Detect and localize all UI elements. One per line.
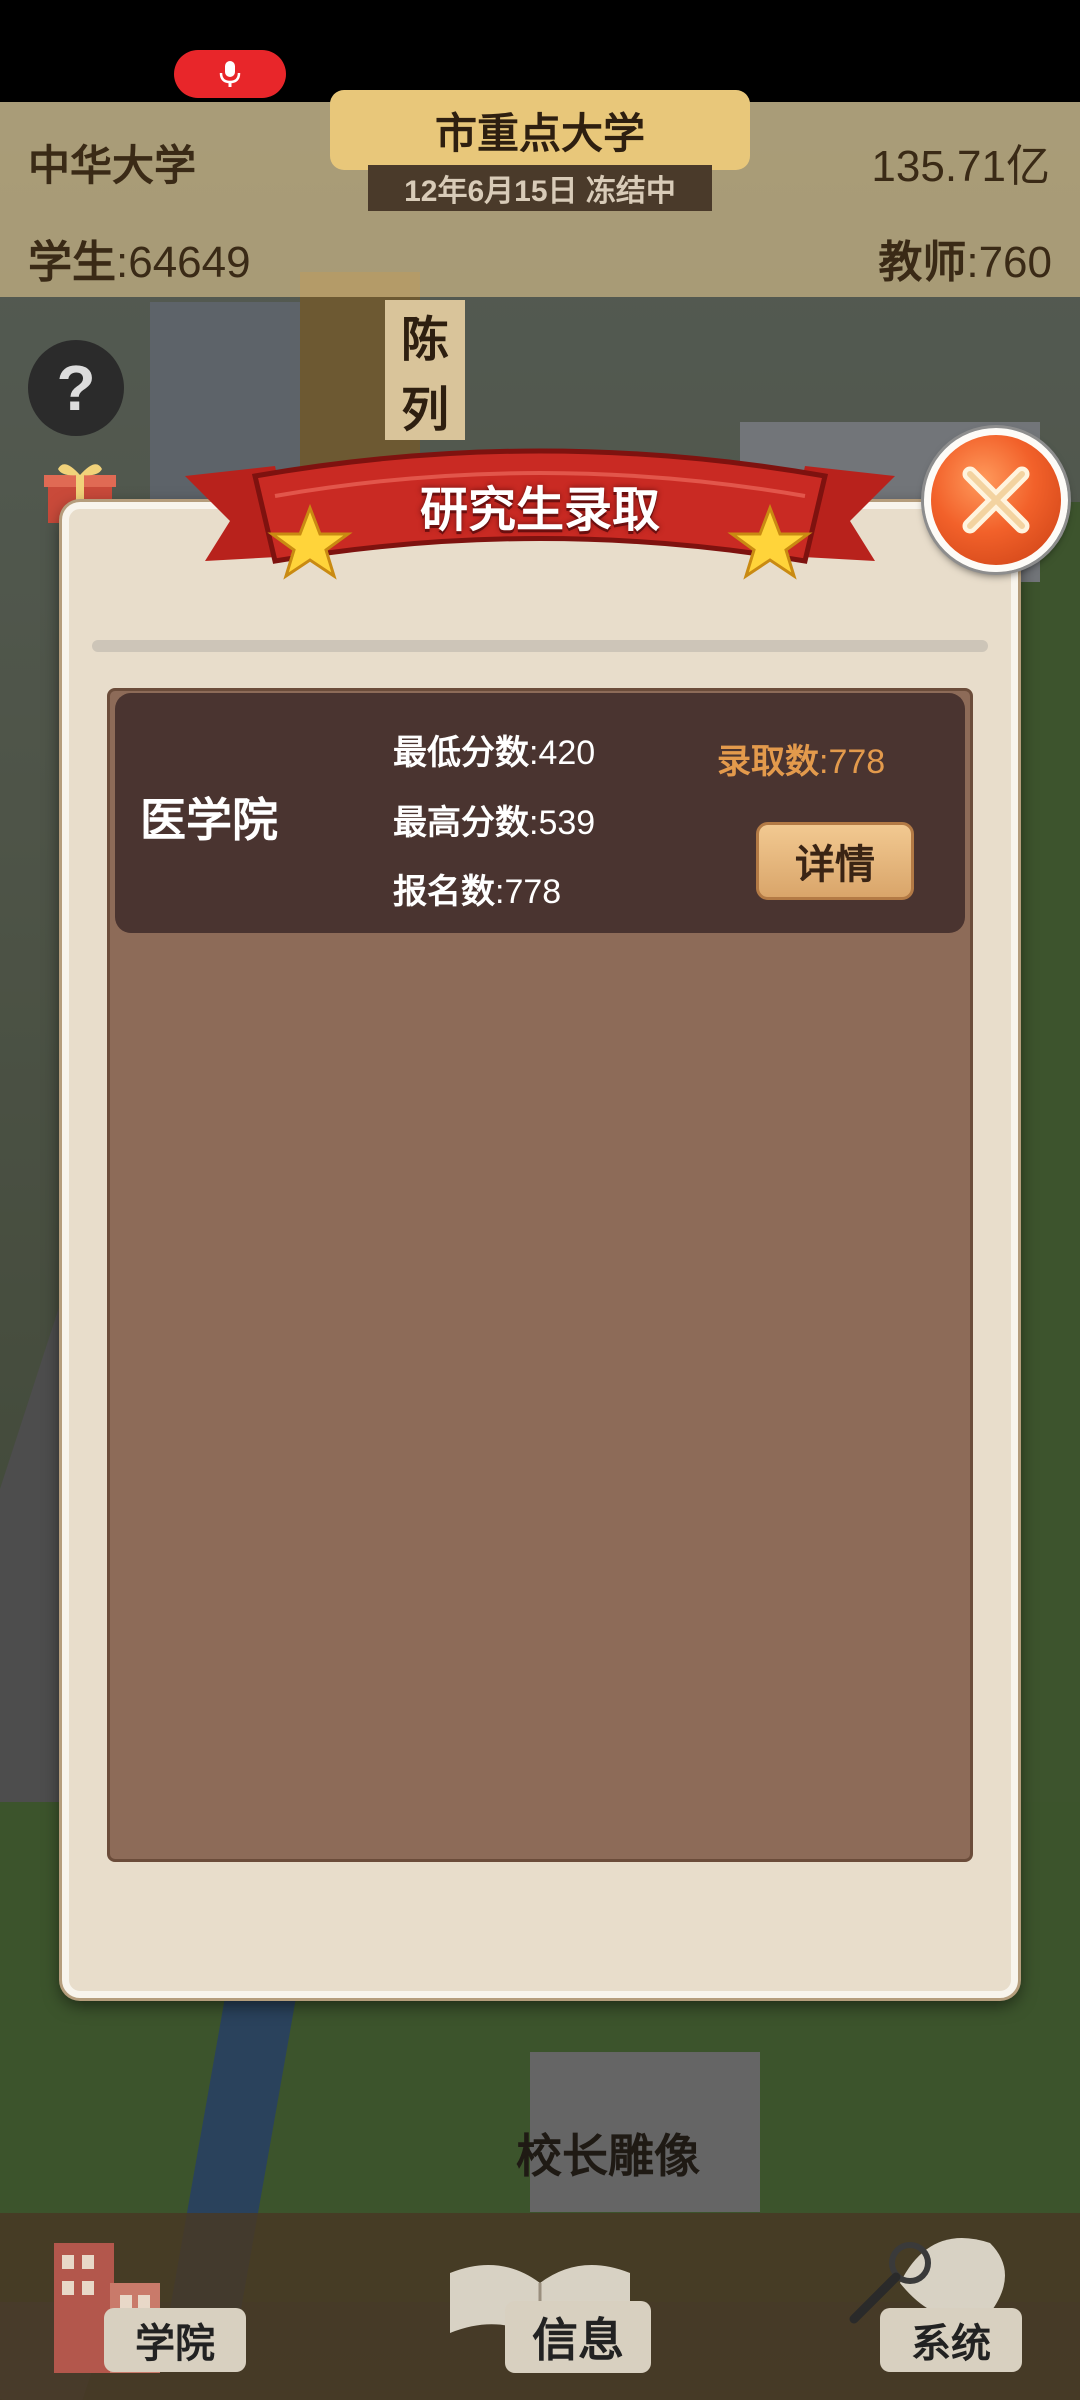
- school-level-ribbon: 市重点大学: [330, 90, 750, 170]
- max-score: 最高分数:539: [393, 795, 595, 844]
- close-icon: [962, 466, 1030, 534]
- max-score-label: 最高分数: [393, 804, 529, 842]
- game-date-status: 12年6月15日 冻结中: [368, 165, 712, 211]
- bottom-nav: 学院 信息 系统: [0, 2213, 1080, 2400]
- microphone-icon: [219, 61, 241, 87]
- question-icon: ?: [56, 352, 96, 424]
- statue-label: 校长雕像: [516, 2130, 700, 2182]
- min-score: 最低分数:420: [393, 725, 595, 774]
- nav-college-button[interactable]: 学院: [104, 2308, 246, 2372]
- admitted-label: 录取数: [717, 743, 819, 781]
- nav-system-button[interactable]: 系统: [880, 2308, 1022, 2372]
- detail-button[interactable]: 详情: [756, 822, 914, 900]
- applicant-label: 报名数: [393, 873, 495, 911]
- dialog-divider: [92, 640, 988, 652]
- exhibit-sign: 陈列: [385, 300, 465, 440]
- admitted-value: :778: [819, 743, 886, 781]
- help-button[interactable]: ?: [28, 340, 124, 436]
- admitted-count: 录取数:778: [717, 734, 885, 783]
- applicant-value: :778: [495, 873, 562, 911]
- min-score-value: :420: [529, 734, 596, 772]
- nav-info-button[interactable]: 信息: [505, 2301, 651, 2373]
- min-score-label: 最低分数: [393, 734, 529, 772]
- student-count: 学生:64649: [28, 226, 251, 290]
- money-amount: 135.71亿: [871, 142, 1050, 191]
- status-bar: [0, 0, 1080, 102]
- teacher-count: 教师:760: [878, 226, 1052, 290]
- student-value: :64649: [116, 238, 251, 287]
- student-label: 学生: [28, 238, 116, 287]
- dialog-title: 研究生录取: [419, 484, 660, 537]
- close-button[interactable]: [924, 428, 1068, 572]
- applicant-count: 报名数:778: [393, 864, 561, 913]
- teacher-label: 教师: [878, 238, 967, 287]
- max-score-value: :539: [529, 804, 596, 842]
- microphone-indicator[interactable]: [174, 50, 286, 98]
- college-name: 医学院: [140, 794, 278, 846]
- school-name: 中华大学: [28, 142, 197, 189]
- teacher-value: :760: [966, 238, 1052, 287]
